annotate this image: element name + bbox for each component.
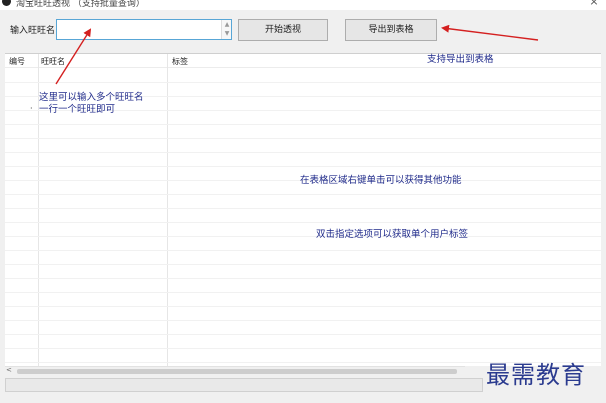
horizontal-scrollbar[interactable]: < — [5, 366, 465, 375]
empty-row-line — [5, 82, 601, 83]
table-header: 编号 旺旺名 标签 — [5, 54, 601, 68]
input-label: 输入旺旺名: — [10, 26, 59, 36]
empty-row-line — [5, 334, 601, 335]
window-title: 淘宝旺旺透视 （支持批量查询） — [16, 0, 145, 9]
wangwang-names-box: ▲ ▼ — [56, 19, 232, 40]
app-icon — [2, 0, 11, 6]
empty-row-line — [5, 348, 601, 349]
empty-row-line — [5, 152, 601, 153]
double-click-tip: 双击指定选项可以获取单个用户标签 — [316, 229, 469, 240]
scroll-down-icon[interactable]: ▼ — [223, 30, 231, 38]
toolbar: 输入旺旺名: ▲ ▼ 开始透视 导出到表格 — [0, 10, 606, 53]
empty-row-line — [5, 264, 601, 265]
start-perspective-button[interactable]: 开始透视 — [238, 19, 328, 41]
scroll-thumb[interactable] — [17, 369, 457, 374]
export-tip-annotation: 支持导出到表格 — [427, 54, 494, 65]
watermark-logo: 最需教育 — [486, 361, 586, 389]
empty-row-line — [5, 222, 601, 223]
wangwang-names-input[interactable] — [59, 21, 219, 38]
scroll-left-icon[interactable]: < — [6, 366, 12, 374]
app-window: 淘宝旺旺透视 （支持批量查询） × 输入旺旺名: ▲ ▼ 开始透视 导出到表格 … — [0, 0, 606, 403]
right-click-tip: 在表格区域右键单击可以获得其他功能 — [300, 175, 462, 186]
empty-row-line — [5, 194, 601, 195]
column-header-wangwang[interactable]: 旺旺名 — [41, 56, 65, 67]
empty-row-line — [5, 292, 601, 293]
empty-row-line — [5, 124, 601, 125]
empty-row-line — [5, 320, 601, 321]
empty-row-line — [5, 278, 601, 279]
status-bar — [5, 378, 483, 392]
input-scrollbar[interactable]: ▲ ▼ — [221, 20, 231, 39]
title-bar: 淘宝旺旺透视 （支持批量查询） × — [0, 0, 606, 10]
export-to-table-button[interactable]: 导出到表格 — [345, 19, 437, 41]
empty-row-line — [5, 208, 601, 209]
empty-row-line — [5, 250, 601, 251]
bullet-mark: · — [30, 104, 33, 113]
empty-row-line — [5, 236, 601, 237]
empty-row-line — [5, 138, 601, 139]
column-header-tags[interactable]: 标签 — [172, 56, 188, 67]
column-header-id[interactable]: 编号 — [9, 56, 25, 67]
empty-row-line — [5, 166, 601, 167]
close-button[interactable]: × — [586, 0, 602, 8]
empty-row-line — [5, 306, 601, 307]
input-tip-line2: 一行一个旺旺即可 — [39, 104, 116, 115]
scroll-up-icon[interactable]: ▲ — [223, 21, 231, 29]
